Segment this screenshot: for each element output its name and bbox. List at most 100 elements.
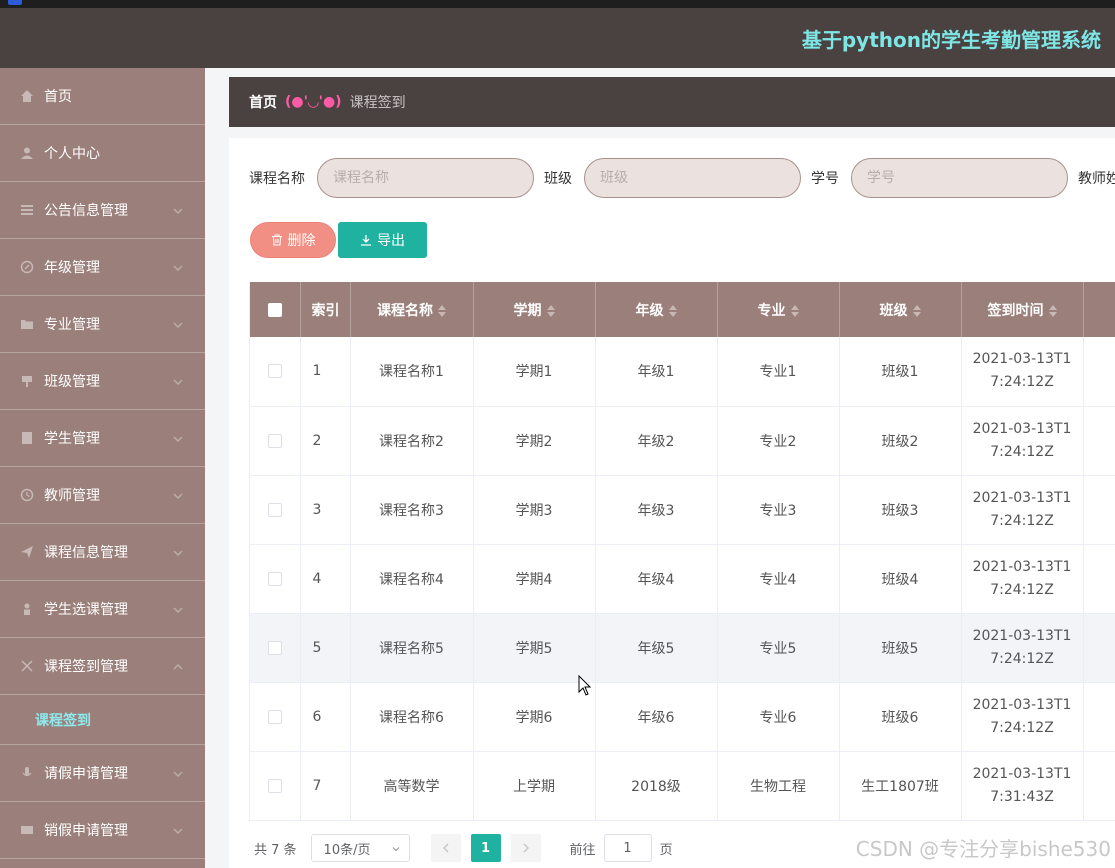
sidebar-item-courses[interactable]: 课程信息管理 <box>0 524 205 581</box>
sort-icon[interactable] <box>668 304 677 317</box>
table-row[interactable]: 5 课程名称5 学期5 年级5 专业5 班级5 2021-03-13T1 7:24… <box>250 613 1115 683</box>
student-id-input[interactable] <box>851 158 1068 198</box>
cell-index: 1 <box>300 337 351 407</box>
chevron-down-icon <box>173 767 183 783</box>
mic-icon <box>20 766 34 780</box>
cell-term: 学期2 <box>473 406 596 476</box>
page-number-current[interactable]: 1 <box>470 834 501 862</box>
table-row[interactable]: 2 课程名称2 学期2 年级2 专业2 班级2 2021-03-13T1 7:24… <box>250 406 1115 476</box>
row-select-cell <box>250 751 301 821</box>
cell-checkin-time: 2021-03-13T1 7:24:12Z <box>961 406 1084 476</box>
mouse-cursor-icon <box>578 675 592 696</box>
send-icon <box>20 545 34 559</box>
header-class[interactable]: 班级 <box>839 282 962 337</box>
delete-button[interactable]: 删除 <box>250 222 336 258</box>
sidebar-item-course-selection[interactable]: 学生选课管理 <box>0 581 205 638</box>
sort-icon[interactable] <box>438 304 446 317</box>
chevron-up-icon <box>173 660 183 676</box>
sidebar-item-students[interactable]: 学生管理 <box>0 410 205 467</box>
cell-class: 班级6 <box>839 682 962 752</box>
page-size-select[interactable]: 10条/页 <box>310 834 410 862</box>
list-icon <box>20 203 34 217</box>
row-checkbox[interactable] <box>267 502 282 517</box>
class-input[interactable] <box>584 158 801 198</box>
sidebar-item-notices[interactable]: 公告信息管理 <box>0 182 205 239</box>
teacher-name-label: 教师姓名 <box>1078 171 1115 187</box>
row-select-cell <box>250 475 301 545</box>
row-checkbox[interactable] <box>267 571 282 586</box>
watermark: CSDN @专注分享bishe530 <box>855 837 1111 861</box>
next-page-button[interactable] <box>510 834 541 862</box>
header-grade[interactable]: 年级 <box>595 282 718 337</box>
header-checkin-time[interactable]: 签到时间 <box>961 282 1084 337</box>
sidebar-item-checkin[interactable]: 课程签到管理 <box>0 638 205 695</box>
breadcrumb: 首页 (●'◡'●) 课程签到 <box>229 77 1115 127</box>
time-line-2: 7:24:12Z <box>990 650 1054 667</box>
sidebar-item-cancel-leave[interactable]: 销假申请管理 <box>0 802 205 859</box>
export-button[interactable]: 导出 <box>338 222 427 258</box>
header-term[interactable]: 学期 <box>473 282 596 337</box>
row-checkbox[interactable] <box>267 640 282 655</box>
table-row[interactable]: 6 课程名称6 学期6 年级6 专业6 班级6 2021-03-13T1 7:24… <box>250 682 1115 752</box>
cell-class: 班级2 <box>839 406 962 476</box>
sidebar-item-label: 销假申请管理 <box>44 823 128 839</box>
chevron-down-icon <box>173 204 183 220</box>
export-label: 导出 <box>377 233 405 249</box>
cell-major: 专业6 <box>717 682 840 752</box>
cell-course-name: 课程名称5 <box>350 613 474 683</box>
breadcrumb-emoticon: (●'◡'●) <box>285 94 342 110</box>
row-checkbox[interactable] <box>267 778 282 793</box>
sidebar-item-profile[interactable]: 个人中心 <box>0 125 205 182</box>
chevron-down-icon <box>173 546 183 562</box>
cell-class: 班级5 <box>839 613 962 683</box>
cell-extra <box>1083 337 1115 407</box>
breadcrumb-current: 课程签到 <box>349 95 406 111</box>
cell-class: 班级3 <box>839 475 962 545</box>
list-card: 课程名称 班级 学号 教师姓名 删除 导出 <box>229 138 1115 868</box>
cell-term: 学期5 <box>473 613 596 683</box>
sort-icon[interactable] <box>1048 304 1057 317</box>
sidebar-item-label: 首页 <box>44 89 72 105</box>
breadcrumb-home[interactable]: 首页 <box>249 92 277 112</box>
sort-icon[interactable] <box>790 304 799 317</box>
download-icon <box>361 235 371 246</box>
pagination: 共 7 条 10条/页 1 前往 页 <box>254 834 673 862</box>
cell-index: 6 <box>300 682 351 752</box>
sidebar-item-leave[interactable]: 请假申请管理 <box>0 745 205 802</box>
row-checkbox[interactable] <box>267 709 282 724</box>
page-size-value: 10条/页 <box>323 842 371 858</box>
sidebar-item-home[interactable]: 首页 <box>0 68 205 125</box>
sidebar-item-grades[interactable]: 年级管理 <box>0 239 205 296</box>
goto-page-input[interactable] <box>603 834 652 862</box>
row-checkbox[interactable] <box>267 433 282 448</box>
row-select-cell <box>250 406 301 476</box>
course-name-input[interactable] <box>317 158 534 198</box>
table-row[interactable]: 4 课程名称4 学期4 年级4 专业4 班级4 2021-03-13T1 7:24… <box>250 544 1115 614</box>
header-label: 课程名称 <box>377 302 433 319</box>
flag-icon <box>20 374 34 388</box>
sidebar-item-label: 学生管理 <box>44 431 100 447</box>
cell-index: 4 <box>300 544 351 614</box>
table-row[interactable]: 1 课程名称1 学期1 年级1 专业1 班级1 2021-03-13T1 7:24… <box>250 337 1115 407</box>
sidebar-item-classes[interactable]: 班级管理 <box>0 353 205 410</box>
prev-page-button[interactable] <box>430 834 461 862</box>
sidebar-item-teachers[interactable]: 教师管理 <box>0 467 205 524</box>
header-course-name[interactable]: 课程名称 <box>350 282 474 337</box>
cell-extra <box>1083 544 1115 614</box>
time-line-2: 7:24:12Z <box>990 374 1054 391</box>
sidebar-subitem-course-checkin[interactable]: 课程签到 <box>0 695 205 745</box>
table-row[interactable]: 3 课程名称3 学期3 年级3 专业3 班级3 2021-03-13T1 7:24… <box>250 475 1115 545</box>
chevron-down-icon <box>173 603 183 619</box>
header-index: 索引 <box>300 282 351 337</box>
sort-icon[interactable] <box>546 304 555 317</box>
select-all-checkbox[interactable] <box>267 302 282 317</box>
sort-icon[interactable] <box>912 304 921 317</box>
edit-icon <box>20 260 34 274</box>
header-extra <box>1083 282 1115 337</box>
time-line-1: 2021-03-13T1 <box>972 351 1072 368</box>
header-major[interactable]: 专业 <box>717 282 840 337</box>
sidebar-item-majors[interactable]: 专业管理 <box>0 296 205 353</box>
header-label: 年级 <box>635 302 664 319</box>
row-checkbox[interactable] <box>267 364 282 379</box>
table-row[interactable]: 7 高等数学 上学期 2018级 生物工程 生工1807班 2021-03-13… <box>250 751 1115 821</box>
